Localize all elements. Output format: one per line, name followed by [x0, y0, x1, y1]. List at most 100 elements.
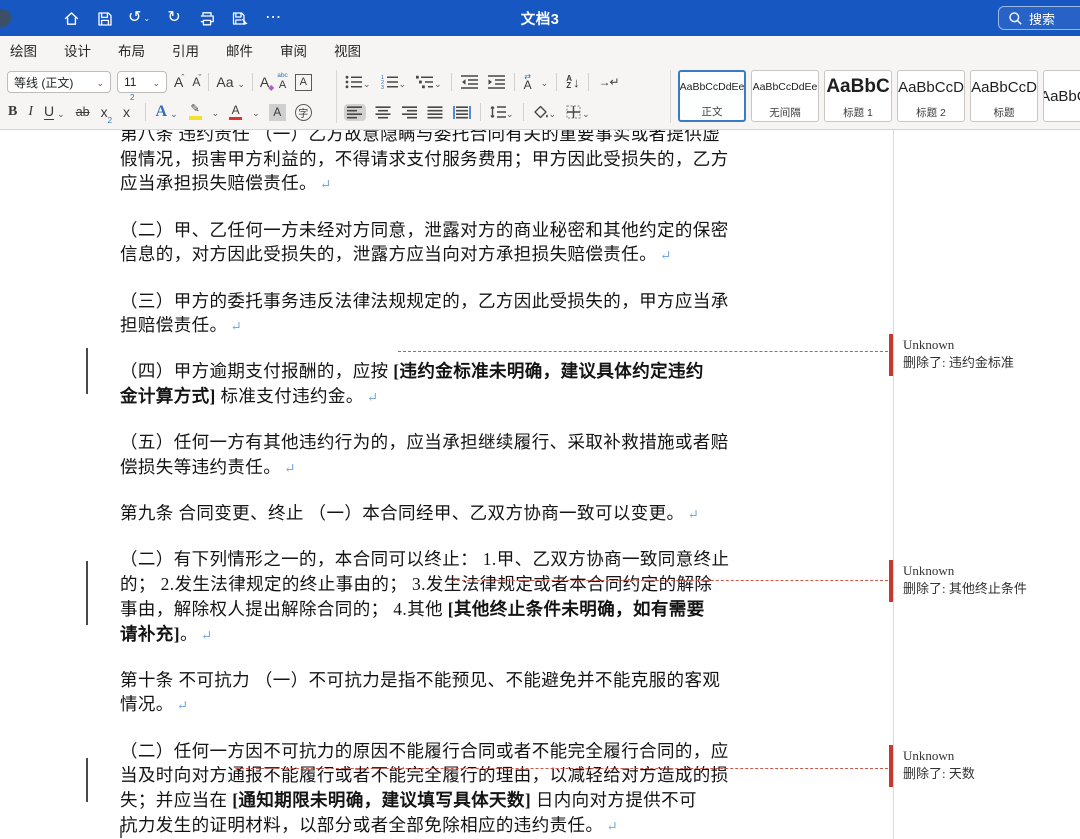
- revision-entry[interactable]: Unknown删除了: 其他终止条件: [903, 562, 1079, 598]
- markup-divider: [893, 130, 894, 839]
- highlight-button[interactable]: ✎: [188, 101, 203, 123]
- text-run: （二）有下列情形之一的，本合同可以终止： 1.甲、乙双方协商一致同意终止: [120, 549, 729, 569]
- text-run: 标准支付违约金。: [216, 386, 364, 406]
- paragraph[interactable]: （四）甲方逾期支付报酬的，应按 [违约金标准未明确，建议具体约定违约金计算方式]…: [120, 359, 820, 410]
- paragraph[interactable]: 第九条 合同变更、终止 （一）本合同经甲、乙双方协商一致可以变更。↵: [120, 501, 820, 528]
- bold-icon: B: [8, 104, 17, 120]
- ribbon-tab[interactable]: 绘图: [10, 40, 37, 60]
- character-shading-button[interactable]: A: [269, 104, 286, 121]
- italic-button[interactable]: I: [27, 101, 34, 123]
- save-button[interactable]: [95, 7, 113, 29]
- text-run: （四）甲方逾期支付报酬的，应按: [120, 361, 393, 381]
- clear-formatting-button[interactable]: A◆: [259, 71, 270, 93]
- align-right-button[interactable]: [400, 101, 418, 123]
- distributed-button[interactable]: [452, 101, 472, 123]
- character-border-button[interactable]: A: [295, 74, 312, 91]
- save-as-button[interactable]: [231, 7, 249, 29]
- paragraph[interactable]: （二）有下列情形之一的，本合同可以终止： 1.甲、乙双方协商一致同意终止的； 2…: [120, 547, 820, 648]
- style-card[interactable]: AaBbCcDdEe无间隔: [751, 70, 819, 122]
- save-icon: [96, 10, 113, 27]
- ribbon-tab[interactable]: 邮件: [226, 40, 253, 60]
- bold-text-run: 金计算方式]: [120, 386, 216, 406]
- ribbon-tab[interactable]: 视图: [334, 40, 361, 60]
- search-box[interactable]: 搜索: [998, 6, 1080, 30]
- group-separator: [336, 70, 337, 123]
- sort-arrow: ↓: [573, 75, 580, 90]
- font-color-swatch: [229, 117, 242, 121]
- paragraph[interactable]: 第八条 违约责任 （一）乙方故意隐瞒与委托合同有关的重要事实或者提供虚假情况，损…: [120, 130, 820, 198]
- strikethrough-button[interactable]: ab: [75, 101, 91, 123]
- numbering-button[interactable]: 123: [380, 71, 408, 93]
- bullets-button[interactable]: [344, 71, 372, 93]
- font-color-icon: A: [232, 104, 240, 116]
- text-run: 假情况，损害甲方利益的，不得请求支付服务费用；甲方因此受损失的，乙方: [120, 149, 729, 169]
- style-card[interactable]: AaBbC标题 1: [824, 70, 892, 122]
- ribbon-tab[interactable]: 审阅: [280, 40, 307, 60]
- bullets-icon: [345, 75, 363, 89]
- font-name-select[interactable]: 等线 (正文): [7, 71, 111, 93]
- style-card[interactable]: AaBbCcD: [1043, 70, 1080, 122]
- line-spacing-button[interactable]: [489, 101, 515, 123]
- font-size-select[interactable]: 11: [117, 71, 167, 93]
- asian-layout-button[interactable]: ⇄ A: [523, 71, 533, 93]
- style-card-label: 正文: [680, 102, 744, 120]
- more-commands-button[interactable]: ⋯: [264, 7, 282, 29]
- decrease-indent-icon: [461, 75, 478, 89]
- text-effects-icon: A: [156, 103, 168, 121]
- paragraph[interactable]: （二）甲、乙任何一方未经对方同意，泄露对方的商业秘密和其他约定的保密信息的，对方…: [120, 218, 820, 269]
- ribbon-tab[interactable]: 设计: [64, 40, 91, 60]
- window-control-button[interactable]: [0, 9, 11, 27]
- text-effects-button[interactable]: A: [155, 101, 179, 123]
- style-card[interactable]: AaBbCcD标题: [970, 70, 1038, 122]
- enclose-characters-button[interactable]: 字: [295, 104, 312, 121]
- sort-button[interactable]: AZ ↓: [565, 71, 580, 93]
- revision-action: 删除了: 其他终止条件: [903, 580, 1079, 598]
- style-card[interactable]: AaBbCcDdEe正文: [678, 70, 746, 122]
- superscript-button[interactable]: x2: [122, 101, 135, 123]
- align-center-button[interactable]: [374, 101, 392, 123]
- text-run: 事由，解除权人提出解除合同的； 4.其他: [120, 599, 448, 619]
- change-bar: [86, 561, 88, 625]
- redo-button[interactable]: ↻: [165, 7, 183, 29]
- home-button[interactable]: [62, 7, 80, 29]
- multilevel-list-button[interactable]: [415, 71, 443, 93]
- phonetic-guide-button[interactable]: abc A: [276, 71, 288, 93]
- borders-button[interactable]: [565, 101, 591, 123]
- chevron-down-icon: [57, 104, 65, 120]
- document-text[interactable]: 第八条 违约责任 （一）乙方故意隐瞒与委托合同有关的重要事实或者提供虚假情况，损…: [120, 130, 820, 839]
- shrink-font-button[interactable]: Aˇ: [191, 71, 202, 93]
- print-button[interactable]: [198, 7, 216, 29]
- separator: [514, 73, 515, 91]
- shading-button[interactable]: [532, 101, 558, 123]
- text-cursor: [120, 826, 122, 838]
- font-color-button[interactable]: A: [228, 101, 243, 123]
- subscript-button[interactable]: x2: [100, 101, 113, 123]
- decrease-indent-button[interactable]: [460, 71, 479, 93]
- increase-indent-button[interactable]: [487, 71, 506, 93]
- revision-entry[interactable]: Unknown删除了: 违约金标准: [903, 336, 1079, 372]
- underline-button[interactable]: U: [43, 101, 66, 123]
- ribbon-tab[interactable]: 引用: [172, 40, 199, 60]
- bold-text-run: [通知期限未明确，建议填写具体天数]: [232, 790, 531, 810]
- document-page[interactable]: 第八条 违约责任 （一）乙方故意隐瞒与委托合同有关的重要事实或者提供虚假情况，损…: [0, 130, 1080, 839]
- paragraph[interactable]: （三）甲方的委托事务违反法律法规规定的，乙方因此受损失的，甲方应当承担赔偿责任。…: [120, 289, 820, 340]
- undo-button[interactable]: ↺ ⌄: [128, 7, 150, 29]
- change-case-button[interactable]: Aa: [215, 71, 246, 93]
- bold-button[interactable]: B: [7, 101, 18, 123]
- justify-button[interactable]: [426, 101, 444, 123]
- grow-font-button[interactable]: Aˆ: [173, 71, 185, 93]
- revision-bar: [889, 334, 893, 376]
- paragraph[interactable]: 第十条 不可抗力 （一）不可抗力是指不能预见、不能避免并不能克服的客观情况。↵: [120, 668, 820, 719]
- revision-entry[interactable]: Unknown删除了: 天数: [903, 747, 1079, 783]
- paragraph[interactable]: （二）任何一方因不可抗力的原因不能履行合同或者不能完全履行合同的，应当及时向对方…: [120, 739, 820, 839]
- phonetic-base: A: [279, 80, 286, 91]
- separator: [208, 73, 209, 91]
- ribbon-tab[interactable]: 布局: [118, 40, 145, 60]
- style-card[interactable]: AaBbCcD标题 2: [897, 70, 965, 122]
- show-marks-button[interactable]: →↵: [597, 71, 619, 93]
- align-left-button[interactable]: [344, 104, 366, 121]
- paragraph[interactable]: （五）任何一方有其他违约行为的，应当承担继续履行、采取补救措施或者赔偿损失等违约…: [120, 430, 820, 481]
- text-run: 担赔偿责任。: [120, 315, 227, 335]
- text-run: （三）甲方的委托事务违反法律法规规定的，乙方因此受损失的，甲方应当承: [120, 291, 729, 311]
- paragraph-mark-icon: ↵: [230, 319, 241, 334]
